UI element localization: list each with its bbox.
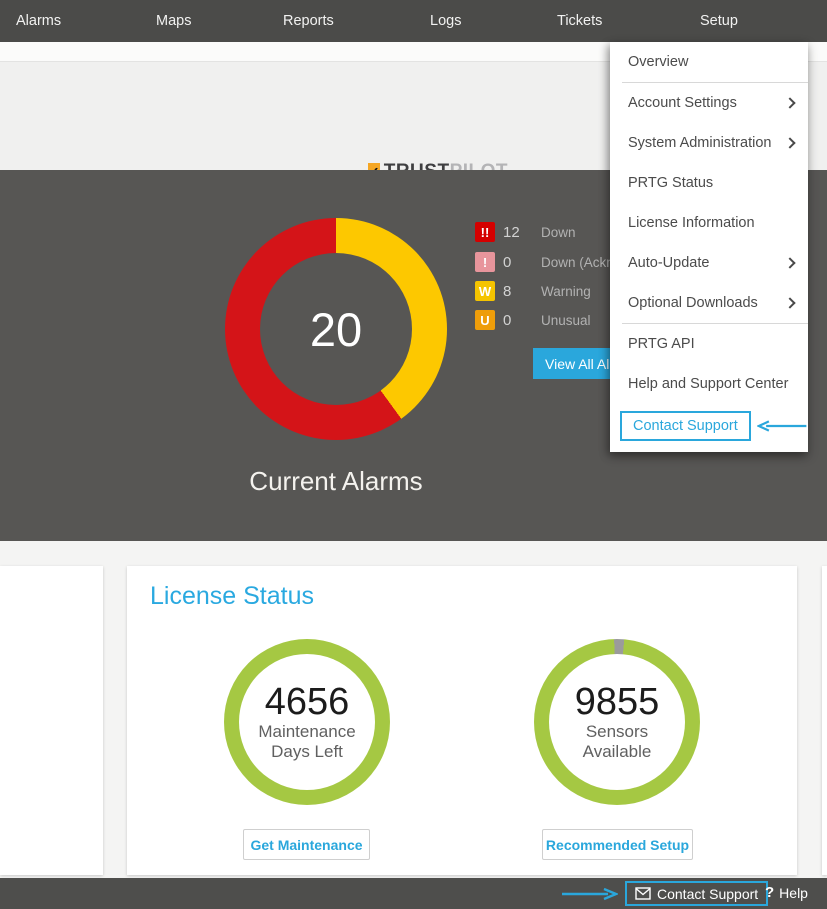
envelope-icon <box>635 887 651 900</box>
menu-item-label: System Administration <box>628 135 771 151</box>
view-all-alarms-button[interactable]: View All Al <box>533 348 621 379</box>
sensors-available-gauge: 9855 Sensors Available <box>534 639 700 805</box>
chevron-right-icon <box>784 257 795 268</box>
sensors-available-value: 9855 <box>575 682 660 722</box>
footer-bar: Contact Support ? Help <box>0 878 827 909</box>
nav-item-maps[interactable]: Maps <box>156 13 191 29</box>
menu-item-label: PRTG API <box>628 336 695 352</box>
unusual-count: 0 <box>503 312 541 329</box>
down-ack-count: 0 <box>503 254 541 271</box>
down-count: 12 <box>503 224 541 241</box>
down-status-icon: !! <box>475 222 495 242</box>
help-label: Help <box>779 885 808 901</box>
unusual-label: Unusual <box>541 313 591 328</box>
get-maintenance-button[interactable]: Get Maintenance <box>243 829 370 860</box>
contact-support-footer-label: Contact Support <box>657 886 758 902</box>
warning-label: Warning <box>541 284 591 299</box>
menu-item-optional-downloads[interactable]: Optional Downloads <box>610 283 808 323</box>
current-alarms-donut-chart: 20 <box>225 218 447 440</box>
legend-row-unusual: U 0 Unusual <box>475 310 591 330</box>
help-button[interactable]: ? Help <box>765 884 808 901</box>
recommended-setup-button[interactable]: Recommended Setup <box>542 829 693 860</box>
sensors-available-label1: Sensors <box>586 722 648 742</box>
menu-item-license-information[interactable]: License Information <box>610 203 808 243</box>
help-icon: ? <box>765 884 774 901</box>
maintenance-days-gauge: 4656 Maintenance Days Left <box>224 639 390 805</box>
warning-count: 8 <box>503 283 541 300</box>
down-ack-status-icon: ! <box>475 252 495 272</box>
sensors-available-label2: Available <box>583 742 652 762</box>
menu-item-label: Help and Support Center <box>628 376 788 392</box>
license-status-card: License Status 4656 Maintenance Days Lef… <box>127 566 797 875</box>
arrow-right-annotation <box>560 887 618 901</box>
menu-item-overview[interactable]: Overview <box>610 42 808 82</box>
top-navigation: Alarms Maps Reports Logs Tickets Setup <box>0 0 827 42</box>
nav-item-tickets[interactable]: Tickets <box>557 13 602 29</box>
nav-item-setup[interactable]: Setup <box>700 13 738 29</box>
down-label: Down <box>541 225 576 240</box>
right-card-edge <box>822 566 827 875</box>
menu-item-label: Account Settings <box>628 95 737 111</box>
menu-contact-support-row: Contact Support <box>610 404 808 448</box>
menu-item-label: Optional Downloads <box>628 295 758 311</box>
alarms-total-value: 20 <box>310 302 362 357</box>
menu-item-auto-update[interactable]: Auto-Update <box>610 243 808 283</box>
legend-row-down-ack: ! 0 Down (Ackn <box>475 252 614 272</box>
menu-item-contact-support[interactable]: Contact Support <box>620 411 751 441</box>
menu-item-prtg-status[interactable]: PRTG Status <box>610 163 808 203</box>
nav-item-alarms[interactable]: Alarms <box>16 13 61 29</box>
menu-item-prtg-api[interactable]: PRTG API <box>610 324 808 364</box>
arrow-left-annotation <box>757 419 808 433</box>
alarms-caption: Current Alarms <box>194 466 478 497</box>
warning-status-icon: W <box>475 281 495 301</box>
donut-center: 20 <box>260 253 412 405</box>
chevron-right-icon <box>784 97 795 108</box>
chevron-right-icon <box>784 297 795 308</box>
menu-item-label: Auto-Update <box>628 255 709 271</box>
menu-item-help-and-support-center[interactable]: Help and Support Center <box>610 364 808 404</box>
nav-item-logs[interactable]: Logs <box>430 13 461 29</box>
unusual-status-icon: U <box>475 310 495 330</box>
license-status-title: License Status <box>150 582 314 611</box>
setup-dropdown-menu: Overview Account Settings System Adminis… <box>610 42 808 452</box>
maintenance-days-label2: Days Left <box>271 742 343 762</box>
menu-item-label: License Information <box>628 215 755 231</box>
down-ack-label: Down (Ackn <box>541 255 614 270</box>
maintenance-days-value: 4656 <box>265 682 350 722</box>
maintenance-days-label1: Maintenance <box>258 722 355 742</box>
contact-support-footer-button[interactable]: Contact Support <box>625 881 768 906</box>
menu-item-label: Overview <box>628 54 688 70</box>
menu-item-system-administration[interactable]: System Administration <box>610 123 808 163</box>
left-card-edge <box>0 566 103 875</box>
chevron-right-icon <box>784 137 795 148</box>
legend-row-down: !! 12 Down <box>475 222 576 242</box>
menu-item-account-settings[interactable]: Account Settings <box>610 83 808 123</box>
nav-item-reports[interactable]: Reports <box>283 13 334 29</box>
legend-row-warning: W 8 Warning <box>475 281 591 301</box>
menu-item-label: PRTG Status <box>628 175 713 191</box>
